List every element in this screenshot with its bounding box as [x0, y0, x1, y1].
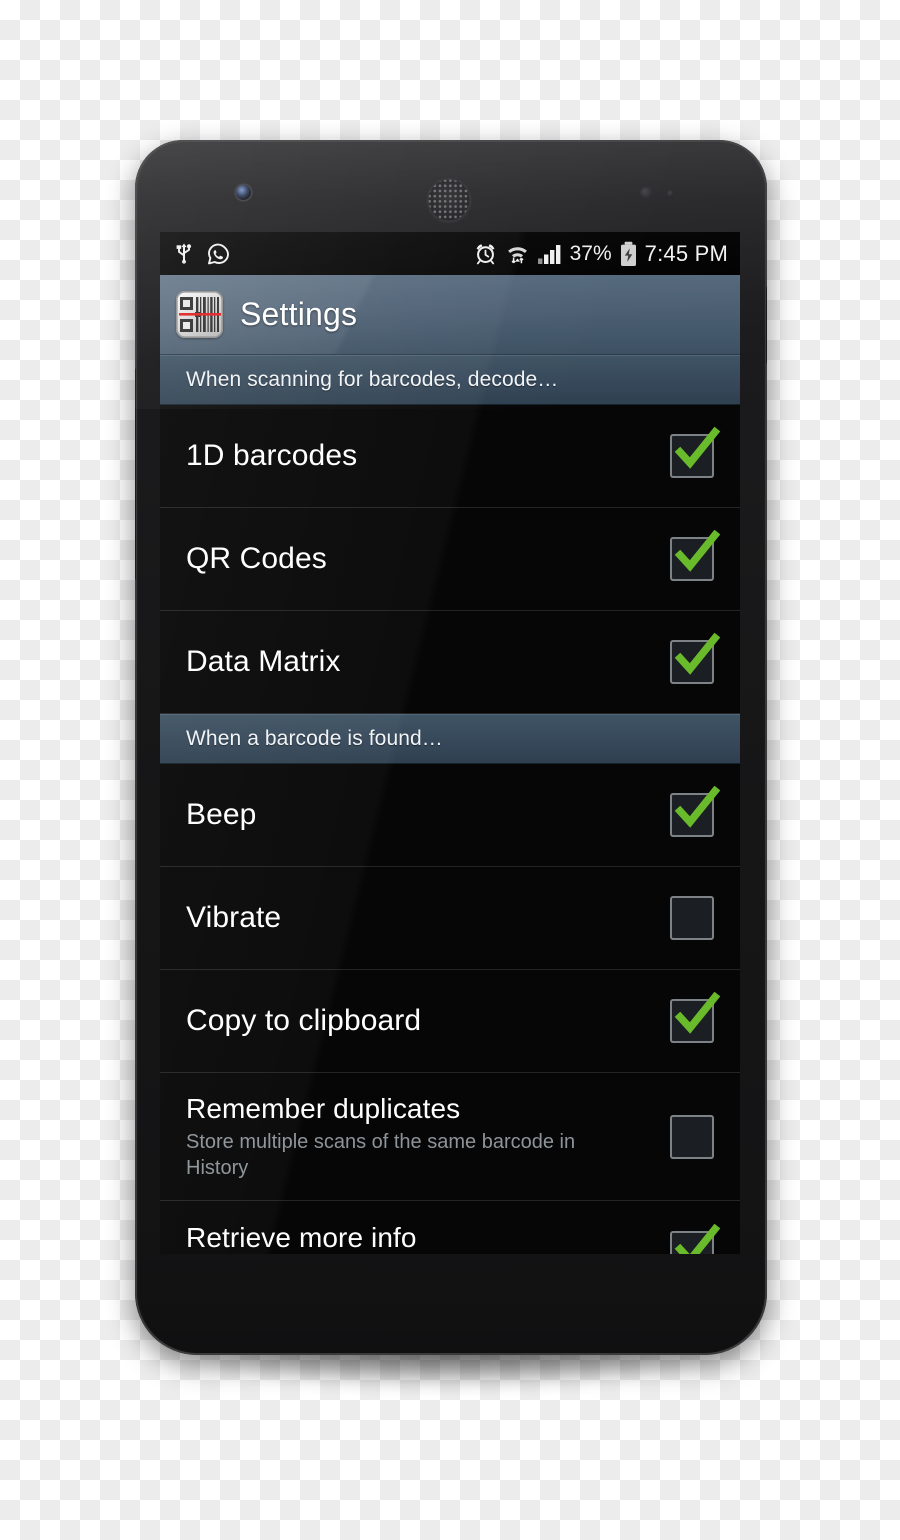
- light-sensor-icon: [667, 190, 674, 197]
- section-header-scanning: When scanning for barcodes, decode…: [160, 355, 740, 405]
- pref-title: Copy to clipboard: [186, 1004, 422, 1038]
- alarm-icon: [473, 241, 498, 266]
- pref-text: Data Matrix: [186, 644, 670, 679]
- pref-title: Vibrate: [186, 901, 282, 935]
- action-bar: Settings: [160, 275, 740, 355]
- status-bar[interactable]: 37% 7:45 PM: [160, 232, 740, 275]
- front-camera-icon: [236, 185, 251, 200]
- wifi-icon: [505, 241, 530, 266]
- preference-list: When scanning for barcodes, decode… 1D b…: [160, 355, 740, 1254]
- pref-summary: Store multiple scans of the same barcode…: [186, 1131, 576, 1179]
- pref-row-retrieve-more-info[interactable]: Retrieve more info: [160, 1201, 740, 1254]
- clock-label: 7:45 PM: [644, 240, 728, 266]
- pref-text: Remember duplicates Store multiple scans…: [186, 1092, 670, 1180]
- pref-text: Retrieve more info: [186, 1221, 670, 1254]
- page-title: Settings: [240, 296, 358, 332]
- section-header-label: When a barcode is found…: [186, 727, 443, 750]
- checkbox-retrieve-more-info[interactable]: [670, 1223, 721, 1254]
- pref-text: QR Codes: [186, 541, 670, 576]
- pref-row-data-matrix[interactable]: Data Matrix: [160, 611, 740, 714]
- pref-title: Data Matrix: [186, 645, 341, 679]
- power-button[interactable]: [766, 286, 767, 364]
- whatsapp-icon: [206, 242, 230, 266]
- usb-icon: [174, 242, 194, 266]
- pref-text: Beep: [186, 797, 670, 832]
- checkbox-qr-codes[interactable]: [670, 529, 721, 581]
- pref-row-qr-codes[interactable]: QR Codes: [160, 508, 740, 611]
- section-header-barcode-found: When a barcode is found…: [160, 714, 740, 764]
- earpiece-speaker-icon: [427, 178, 471, 222]
- pref-title: 1D barcodes: [186, 439, 358, 473]
- checkbox-1d-barcodes[interactable]: [670, 426, 721, 478]
- status-bar-left-icons: [174, 242, 230, 266]
- pref-row-beep[interactable]: Beep: [160, 764, 740, 867]
- checkbox-copy-to-clipboard[interactable]: [670, 991, 721, 1043]
- battery-charging-icon: [619, 241, 638, 267]
- status-bar-right-icons: 37% 7:45 PM: [473, 241, 728, 267]
- pref-text: 1D barcodes: [186, 438, 670, 473]
- pref-title: Remember duplicates: [186, 1093, 461, 1125]
- pref-row-copy-to-clipboard[interactable]: Copy to clipboard: [160, 970, 740, 1073]
- checkbox-data-matrix[interactable]: [670, 632, 721, 684]
- pref-text: Vibrate: [186, 900, 670, 935]
- checkbox-beep[interactable]: [670, 785, 721, 837]
- pref-row-vibrate[interactable]: Vibrate: [160, 867, 740, 970]
- section-header-label: When scanning for barcodes, decode…: [186, 368, 559, 391]
- phone-screen: 37% 7:45 PM Settings When scanning for b…: [160, 232, 740, 1254]
- phone-body: 37% 7:45 PM Settings When scanning for b…: [135, 140, 767, 1355]
- pref-row-1d-barcodes[interactable]: 1D barcodes: [160, 405, 740, 508]
- pref-title: Beep: [186, 798, 257, 832]
- checkbox-vibrate[interactable]: [670, 896, 714, 940]
- battery-percent-label: 37%: [569, 241, 612, 265]
- device-stage: 37% 7:45 PM Settings When scanning for b…: [0, 0, 900, 1540]
- pref-text: Copy to clipboard: [186, 1003, 670, 1038]
- checkbox-remember-duplicates[interactable]: [670, 1114, 714, 1159]
- cellular-signal-icon: [537, 243, 563, 265]
- volume-rocker-button[interactable]: [135, 368, 136, 580]
- pref-title: Retrieve more info: [186, 1222, 417, 1254]
- pref-row-remember-duplicates[interactable]: Remember duplicates Store multiple scans…: [160, 1073, 740, 1201]
- pref-title: QR Codes: [186, 542, 327, 576]
- proximity-sensor-icon: [640, 187, 653, 198]
- barcode-scanner-app-icon[interactable]: [176, 291, 223, 338]
